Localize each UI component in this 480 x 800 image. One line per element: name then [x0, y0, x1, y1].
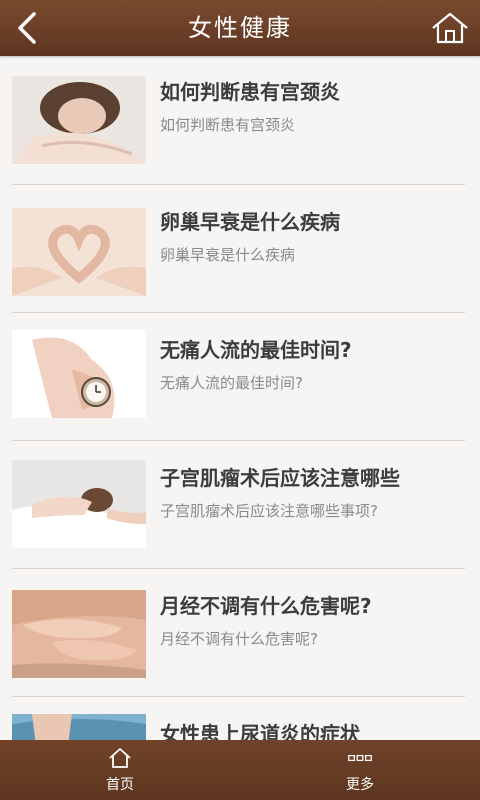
- article-thumbnail: [12, 590, 146, 678]
- grid-dots-icon: [348, 754, 372, 762]
- tab-home-label: 首页: [106, 777, 134, 793]
- article-thumbnail: [12, 76, 146, 164]
- article-thumbnail: [12, 714, 146, 740]
- tab-home[interactable]: 首页: [60, 740, 180, 800]
- article-title: 子宫肌瘤术后应该注意哪些: [160, 466, 400, 490]
- page-title: 女性健康: [188, 14, 292, 42]
- tab-more[interactable]: 更多: [300, 740, 420, 800]
- article-subtitle: 如何判断患有宫颈炎: [160, 116, 296, 134]
- article-title: 如何判断患有宫颈炎: [160, 80, 340, 104]
- list-item[interactable]: 卵巢早衰是什么疾病 卵巢早衰是什么疾病: [12, 184, 465, 313]
- article-subtitle: 卵巢早衰是什么疾病: [160, 246, 296, 264]
- tab-more-label: 更多: [346, 777, 374, 793]
- home-icon: [432, 12, 468, 44]
- article-thumbnail: [12, 330, 146, 418]
- list-item[interactable]: 月经不调有什么危害呢? 月经不调有什么危害呢?: [12, 568, 465, 697]
- article-list: 如何判断患有宫颈炎 如何判断患有宫颈炎 卵巢早衰是什么疾病 卵巢早衰是什么疾病: [0, 56, 480, 740]
- bottom-navigation-bar: 首页 更多: [0, 740, 480, 800]
- article-thumbnail: [12, 208, 146, 296]
- article-subtitle: 无痛人流的最佳时间?: [160, 374, 303, 392]
- article-title: 女性患上尿道炎的症状: [160, 722, 360, 740]
- home-outline-icon: [109, 748, 131, 768]
- article-thumbnail: [12, 460, 146, 548]
- list-item[interactable]: 子宫肌瘤术后应该注意哪些 子宫肌瘤术后应该注意哪些事项?: [12, 440, 465, 569]
- list-item[interactable]: 如何判断患有宫颈炎 如何判断患有宫颈炎: [12, 56, 465, 185]
- article-title: 月经不调有什么危害呢?: [160, 594, 372, 618]
- article-subtitle: 月经不调有什么危害呢?: [160, 630, 318, 648]
- article-title: 卵巢早衰是什么疾病: [160, 210, 340, 234]
- article-subtitle: 子宫肌瘤术后应该注意哪些事项?: [160, 502, 378, 520]
- top-navigation-bar: 女性健康: [0, 0, 480, 56]
- article-title: 无痛人流的最佳时间?: [160, 338, 352, 362]
- home-button[interactable]: [430, 10, 470, 46]
- list-item[interactable]: 无痛人流的最佳时间? 无痛人流的最佳时间?: [12, 312, 465, 441]
- list-item[interactable]: 女性患上尿道炎的症状: [12, 696, 465, 740]
